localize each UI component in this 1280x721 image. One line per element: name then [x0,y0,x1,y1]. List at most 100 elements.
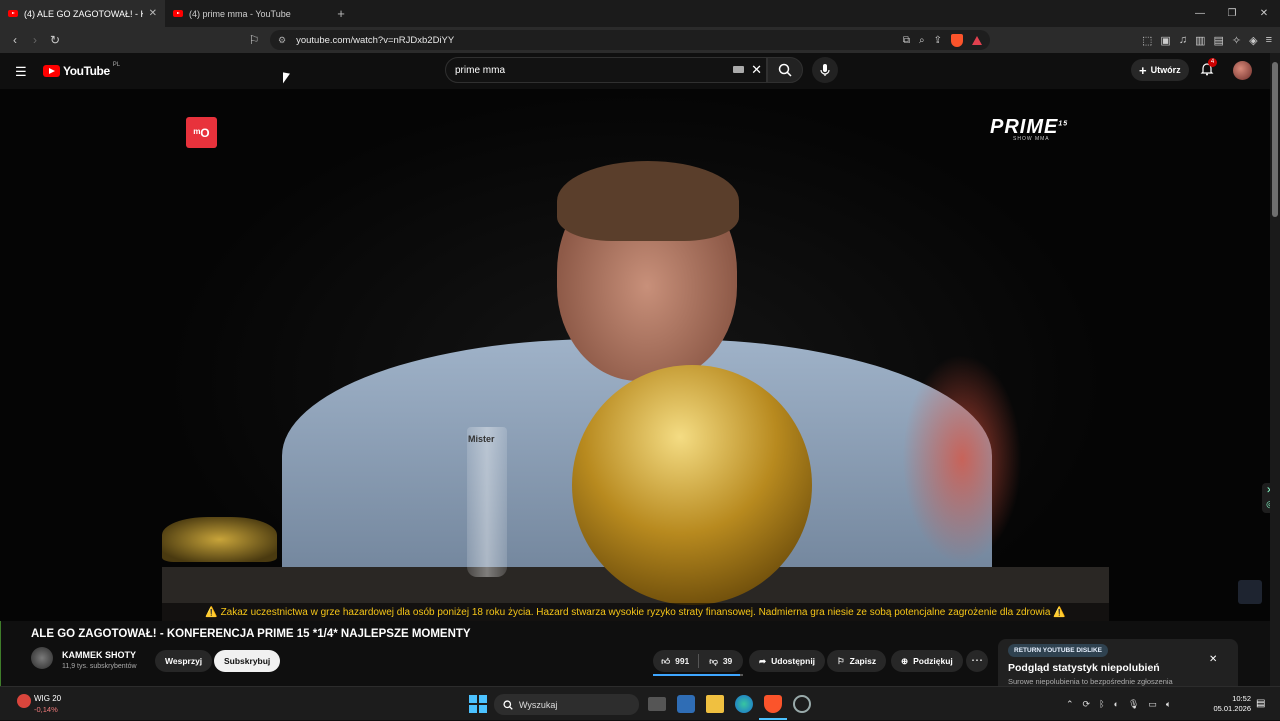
search-icon [503,699,513,710]
more-actions-button[interactable]: ⋯ [966,650,988,672]
brave-browser-icon[interactable] [764,695,782,713]
url-text: youtube.com/watch?v=nRJDxb2DiYY [296,34,455,46]
edge-browser-icon[interactable] [735,695,753,713]
share-icon[interactable]: ⇪ [934,35,942,46]
leo-icon[interactable]: ✧ [1232,34,1241,47]
notification-count-badge: 4 [1208,58,1217,67]
extension-icons: ⬚ ▣ ♫ ▥ ▤ ✧ ◈ ≡ [1142,27,1272,53]
browser-toolbar: ‹ › ↻ ⚐ ⚙ youtube.com/watch?v=nRJDxb2DiY… [0,27,1280,53]
account-avatar[interactable] [1233,61,1252,80]
close-window-icon[interactable]: ✕ [1248,0,1280,27]
channel-watermark-icon: ᵐO [186,117,217,148]
brave-shield-icon[interactable] [951,33,963,47]
channel-name[interactable]: KAMMEK SHOTY [62,650,136,660]
windows-taskbar: WIG 20 -0,14% Wyszukaj ⌃ ⟳ ᛒ ◐ 🎙︎ ▭ 🔈︎ 1… [0,686,1280,720]
keyboard-icon[interactable] [733,66,744,73]
close-icon[interactable]: ✕ [1209,654,1217,665]
clock-date: 05.01.2026 [1213,704,1251,713]
video-frame: Mister [162,89,1109,621]
open-external-icon[interactable]: ⧉ [903,35,910,46]
champagne-glass [467,427,507,577]
search-button[interactable] [767,57,803,83]
hamburger-menu-icon[interactable]: ☰ [15,64,27,80]
tab-title: (4) ALE GO ZAGOTOWAŁ! - K [24,8,143,19]
search-input[interactable]: prime mma ✕ [445,57,767,83]
forward-icon[interactable]: › [25,33,45,47]
sidebar-icon[interactable]: ▥ [1195,34,1205,47]
brave-rewards-icon[interactable] [972,35,982,45]
system-clock[interactable]: 10:52 05.01.2026 [1207,694,1251,714]
address-bar[interactable]: ⚙ youtube.com/watch?v=nRJDxb2DiYY ⧉ ⌕ ⇪ [270,30,990,50]
close-icon[interactable]: ✕ [149,8,157,19]
file-explorer-icon[interactable] [706,695,724,713]
subscribe-button[interactable]: Subskrybuj [214,650,281,672]
vpn-icon[interactable]: ◈ [1249,34,1257,47]
microphone-icon [820,64,830,76]
like-button[interactable]: 👍︎ 991 [653,656,698,667]
zoom-icon[interactable]: ⌕ [919,35,925,46]
gambling-warning-banner: ⚠️ Zakaz uczestnictwa w grze hazardowej … [162,603,1109,621]
support-button[interactable]: Wesprzyj [155,650,213,672]
bookmark-icon: ⚐ [837,655,845,666]
task-view-icon[interactable] [648,697,666,711]
menu-icon[interactable]: ≡ [1266,34,1272,46]
browser-tab[interactable]: (4) prime mma - YouTube [165,0,330,27]
share-button[interactable]: ➦ Udostępnij [749,650,826,672]
clock-time: 10:52 [1232,694,1251,703]
background-figure [902,354,1022,564]
voice-search-button[interactable] [812,57,838,83]
chevron-up-icon[interactable]: ⌃ [1066,699,1074,710]
tab-title: (4) prime mma - YouTube [189,8,291,19]
youtube-logo[interactable]: YouTube PL [43,62,120,78]
browser-tab-active[interactable]: (4) ALE GO ZAGOTOWAŁ! - K ✕ [0,0,165,27]
dislike-button[interactable]: 👎︎ 39 [699,656,744,667]
bluetooth-icon[interactable]: ᛒ [1099,699,1104,709]
windows-start-icon[interactable] [469,695,487,713]
video-title: ALE GO ZAGOTOWAŁ! - KONFERENCJA PRIME 15… [31,628,471,640]
volume-icon[interactable]: 🔈︎ [1166,699,1171,710]
ryd-heading: Podgląd statystyk niepolubień [1008,662,1160,674]
reload-icon[interactable]: ↻ [45,33,65,47]
store-app-icon[interactable] [677,695,695,713]
stock-widget-name[interactable]: WIG 20 [34,694,61,703]
display-icon[interactable]: ▭ [1148,699,1157,710]
gold-balloon [572,365,812,605]
video-player[interactable]: Mister ᵐO PRIME15 SHOW MMA ⚠️ Zakaz ucze… [0,89,1270,621]
maximize-icon[interactable]: ❐ [1216,0,1248,27]
system-tray: ⌃ ⟳ ᛒ ◐ 🎙︎ ▭ 🔈︎ [1066,687,1171,721]
channel-avatar[interactable] [31,647,53,669]
like-count: 991 [675,656,690,666]
create-button[interactable]: + Utwórz [1131,59,1189,81]
mouse-cursor [283,72,290,85]
taskbar-search[interactable]: Wyszukaj [494,694,639,715]
bookmark-icon[interactable]: ⚐ [244,33,264,47]
prime-logo-sub: SHOW MMA [1013,136,1050,142]
youtube-favicon-icon [8,10,18,17]
search-query: prime mma [455,64,506,76]
dislike-count: 39 [722,656,733,666]
logo-text: YouTube [63,64,110,78]
channel-mini-thumbnail[interactable] [1238,580,1262,604]
site-info-icon[interactable]: ⚙ [278,35,286,46]
music-icon[interactable]: ♫ [1179,34,1187,46]
back-icon[interactable]: ‹ [5,33,25,47]
window-controls: — ❐ ✕ [1184,0,1280,27]
create-label: Utwórz [1150,65,1181,75]
extensions-icon[interactable]: ⬚ [1142,34,1152,47]
save-button[interactable]: ⚐ Zapisz [827,650,887,672]
app-tray-icon[interactable]: ◐ [1114,699,1119,709]
scrollbar-thumb[interactable] [1272,62,1278,217]
wallet-icon[interactable]: ▤ [1213,34,1223,47]
plus-icon: + [1139,62,1147,78]
sync-icon[interactable]: ⟳ [1083,699,1091,710]
thanks-button[interactable]: ⊕ Podziękuj [891,650,963,672]
new-tab-button[interactable]: + [330,6,352,21]
microphone-icon[interactable]: 🎙︎ [1128,699,1139,710]
notification-center-icon[interactable]: ▤ [1256,698,1265,709]
screenshot-icon[interactable]: ▣ [1160,34,1170,47]
settings-app-icon[interactable] [793,695,811,713]
youtube-logo-icon [43,65,60,77]
minimize-icon[interactable]: — [1184,0,1216,27]
stock-widget-icon[interactable] [17,694,31,708]
clear-search-icon[interactable]: ✕ [751,62,762,78]
